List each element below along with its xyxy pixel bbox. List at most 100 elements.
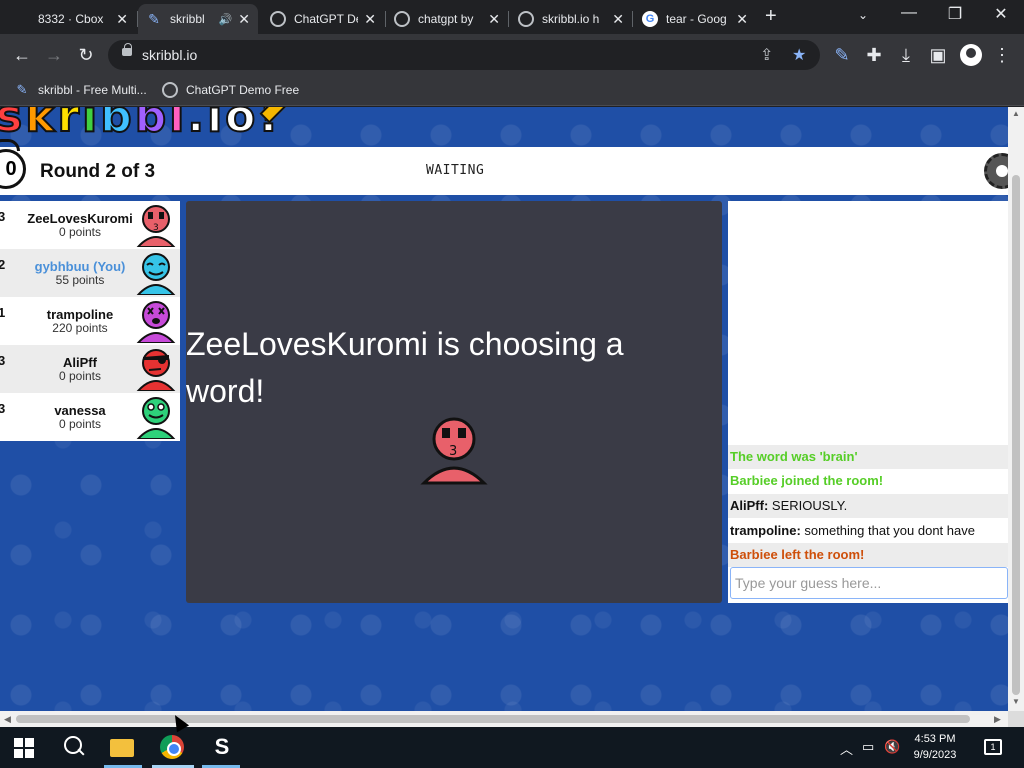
new-tab-button[interactable]: + <box>765 5 777 28</box>
tab-separator <box>508 11 509 27</box>
menu-kebab-icon[interactable]: ⋮ <box>990 43 1014 67</box>
drawer-avatar-icon: 3 <box>420 417 488 485</box>
tab-title: chatgpt by <box>418 12 474 26</box>
chat-author: AliPff: <box>730 498 769 513</box>
player-row[interactable]: 3 AliPff 0 points <box>0 345 180 393</box>
close-window-button[interactable]: ✕ <box>978 4 1024 24</box>
notification-icon[interactable]: 1 <box>984 739 1002 755</box>
player-avatar-icon <box>136 253 176 295</box>
file-explorer-icon[interactable] <box>110 739 134 757</box>
s-app-icon[interactable]: S <box>210 735 234 759</box>
network-icon[interactable]: ▭ <box>862 739 874 755</box>
chat-message: Barbiee joined the room! <box>730 473 884 488</box>
scrollbar-corner <box>1008 711 1024 727</box>
download-icon[interactable]: ⤓ <box>894 43 918 67</box>
chat-text: SERIOUSLY. <box>768 498 848 513</box>
forward-arrow-icon[interactable]: → <box>42 43 66 67</box>
bookmark-label: ChatGPT Demo Free <box>186 83 300 97</box>
volume-muted-icon[interactable]: 🔇 <box>884 739 900 755</box>
side-panel-icon[interactable]: ▣ <box>926 43 950 67</box>
chat-message: AliPff: SERIOUSLY. <box>728 494 1008 518</box>
bookmark-item[interactable]: ✎ skribbl - Free Multi... <box>14 82 147 98</box>
guess-input[interactable] <box>730 567 1008 599</box>
horizontal-scrollbar[interactable]: ◀ ▶ <box>0 711 1008 727</box>
tab-search-icon[interactable]: ⌄ <box>840 8 886 22</box>
windows-start-icon[interactable] <box>14 738 34 758</box>
close-icon[interactable]: ✕ <box>238 11 250 28</box>
quill-icon: ✎ <box>16 82 28 97</box>
gear-icon[interactable] <box>984 153 1008 189</box>
search-icon[interactable] <box>62 735 86 759</box>
game-header: 0 Round 2 of 3 WAITING <box>0 139 1008 195</box>
windows-taskbar: S ︿ ▭ 🔇 4:53 PM 9/9/2023 1 <box>0 727 1024 768</box>
tab-title: tear - Goog <box>666 12 727 26</box>
bookmark-label: skribbl - Free Multi... <box>38 83 147 97</box>
player-row[interactable]: 2 gybhbuu (You) 55 points <box>0 249 180 297</box>
scroll-right-arrow-icon[interactable]: ▶ <box>994 714 1001 725</box>
browser-toolbar: ← → ↻ skribbl.io ⇪ ★ ✎ ✚ ⤓ ▣ ⋮ <box>0 34 1024 76</box>
browser-tab[interactable]: skribbl.io h ✕ <box>510 4 632 34</box>
tab-title: skribbl <box>170 12 205 26</box>
vertical-scrollbar[interactable]: ▲ ▼ <box>1008 107 1024 711</box>
browser-tab-active[interactable]: ✎ skribbl 🔊 ✕ <box>138 4 258 34</box>
globe-icon <box>518 11 534 27</box>
url-text[interactable]: skribbl.io <box>142 47 197 63</box>
browser-tab[interactable]: chatgpt by ✕ <box>386 4 508 34</box>
minimize-button[interactable]: — <box>886 4 932 22</box>
tab-title: skribbl.io h <box>542 12 600 26</box>
horizontal-scroll-thumb[interactable] <box>16 715 970 723</box>
browser-tab-strip: 8332 · Cbox ✕ ✎ skribbl 🔊 ✕ ChatGPT De ✕… <box>0 0 1024 34</box>
skribbl-logo: skribbl.io! <box>0 107 282 143</box>
scroll-left-arrow-icon[interactable]: ◀ <box>4 714 11 725</box>
tab-title: ChatGPT De <box>294 12 359 26</box>
back-arrow-icon[interactable]: ← <box>10 43 34 67</box>
close-icon[interactable]: ✕ <box>736 11 748 28</box>
close-icon[interactable]: ✕ <box>612 11 624 28</box>
system-clock[interactable]: 4:53 PM 9/9/2023 <box>900 731 970 763</box>
scroll-down-arrow-icon[interactable]: ▼ <box>1012 697 1020 706</box>
chat-author: trampoline: <box>730 523 801 538</box>
google-icon: G <box>642 11 658 27</box>
lock-icon[interactable] <box>122 43 132 56</box>
profile-avatar-icon[interactable] <box>960 44 982 66</box>
globe-icon <box>394 11 410 27</box>
globe-icon <box>270 11 286 27</box>
clock-time: 4:53 PM <box>914 733 956 745</box>
player-avatar-icon <box>136 397 176 439</box>
browser-tab[interactable]: 8332 · Cbox ✕ <box>30 4 136 34</box>
puzzle-extensions-icon[interactable]: ✚ <box>862 43 886 67</box>
address-bar[interactable]: skribbl.io ⇪ ★ <box>108 40 820 70</box>
svg-text:3: 3 <box>449 444 457 459</box>
player-avatar-icon <box>136 301 176 343</box>
choosing-word-message: ZeeLovesKuromi is choosing a word! <box>186 326 624 409</box>
chrome-icon[interactable] <box>160 735 184 759</box>
browser-tab[interactable]: ChatGPT De ✕ <box>262 4 384 34</box>
reload-icon[interactable]: ↻ <box>74 43 98 67</box>
player-avatar-icon <box>136 349 176 391</box>
chat-text: something that you dont have <box>800 523 975 538</box>
close-icon[interactable]: ✕ <box>488 11 500 28</box>
player-avatar-icon: 3 <box>136 205 176 247</box>
scroll-up-arrow-icon[interactable]: ▲ <box>1012 109 1020 118</box>
globe-icon <box>162 82 178 98</box>
chat-message: trampoline: something that you dont have <box>728 519 1008 543</box>
bookmark-item[interactable]: ChatGPT Demo Free <box>162 82 299 98</box>
player-list: 3 ZeeLovesKuromi 0 points 3 2 gybhbuu (Y… <box>0 201 180 441</box>
player-row[interactable]: 1 trampoline 220 points <box>0 297 180 345</box>
player-row[interactable]: 3 ZeeLovesKuromi 0 points 3 <box>0 201 180 249</box>
chevron-up-icon[interactable]: ︿ <box>840 739 853 758</box>
drawing-canvas[interactable]: ZeeLovesKuromi is choosing a word! 3 <box>186 201 722 603</box>
bookmark-star-icon[interactable]: ★ <box>792 45 806 65</box>
quill-extension-icon[interactable]: ✎ <box>830 43 854 67</box>
tab-title: 8332 · Cbox <box>38 12 104 26</box>
browser-tab[interactable]: G tear - Goog ✕ <box>634 4 756 34</box>
close-icon[interactable]: ✕ <box>116 11 128 28</box>
share-icon[interactable]: ⇪ <box>760 45 773 65</box>
speaker-icon[interactable]: 🔊 <box>219 13 233 26</box>
vertical-scroll-thumb[interactable] <box>1012 175 1020 695</box>
restore-button[interactable]: ❐ <box>932 4 978 24</box>
player-row[interactable]: 3 vanessa 0 points <box>0 393 180 441</box>
alarm-clock-icon: 0 <box>0 139 30 191</box>
close-icon[interactable]: ✕ <box>364 11 376 28</box>
svg-text:3: 3 <box>153 223 159 233</box>
